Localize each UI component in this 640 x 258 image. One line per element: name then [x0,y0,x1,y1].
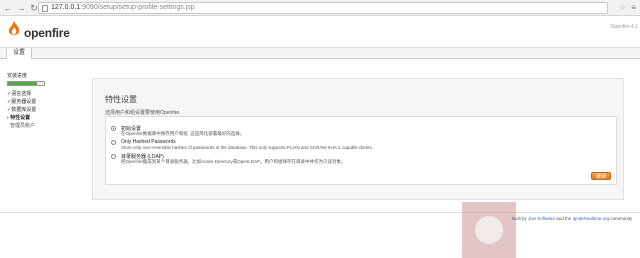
url-path: :9090/setup/setup-profile-settings.jsp [80,4,195,11]
progress-fill [8,82,37,85]
setup-progress-sidebar: 安装进度 ✓语言选择 ✓服务器设置 ✓数据库设置 › 特性设置 管理员账户 [7,72,45,130]
sidebar-item-label: 管理员账户 [10,123,36,129]
sidebar-item-label: 语言选择 [11,91,32,97]
forward-arrow-icon[interactable]: → [16,3,26,13]
bookmark-star-icon[interactable]: ☆ [619,3,626,12]
sidebar-title: 安装进度 [7,73,28,79]
profile-settings-panel: 特性设置 选择用户和组设置要使用Openfire. 初始设置 在Openfire… [92,78,624,200]
address-bar[interactable]: 127.0.0.1:9090/setup/setup-profile-setti… [38,2,608,14]
sidebar-item-database[interactable]: ✓数据库设置 [7,106,45,114]
option-description: Store only non-reversible hashes of pass… [121,145,374,150]
sidebar-item-language[interactable]: ✓语言选择 [7,90,45,98]
sidebar-item-profile: › 特性设置 [7,114,45,122]
radio-hashed[interactable] [111,140,116,145]
main-tabbar: 设置 [0,47,640,59]
setup-progress-bar [7,81,45,86]
sidebar-item-server[interactable]: ✓服务器设置 [7,98,45,106]
footer-suffix: community [609,216,633,221]
logo-text: openfire [24,26,70,40]
page-title: 特性设置 [105,95,137,104]
page-description: 选择用户和组设置要使用Openfire. [105,110,181,116]
browser-toolbar: ← → ↻ 127.0.0.1:9090/setup/setup-profile… [0,0,640,16]
radio-ldap[interactable] [111,154,116,159]
tab-setup[interactable]: 设置 [6,48,33,59]
sidebar-item-label: 特性设置 [10,115,31,121]
app-header: openfire Openfire 4.1 [0,17,640,47]
back-arrow-icon[interactable]: ← [3,3,13,13]
option-description: 把Openfire集成到某个目录服务器，比如Active Directory或O… [121,159,346,164]
sidebar-item-label: 服务器设置 [11,99,37,105]
footer-divider [0,212,640,213]
menu-icon[interactable]: ≡ [631,3,636,12]
watermark-face-icon [475,216,503,244]
radio-default[interactable] [111,126,116,131]
sidebar-item-admin: 管理员账户 [7,122,45,130]
option-description: 在Openfire数据库中保存用户和组. 这是简化部署最好的选择。 [121,131,245,136]
footer-middle: and the [555,216,573,221]
sidebar-item-label: 数据库设置 [11,107,37,113]
continue-button[interactable]: 继续 [590,172,611,180]
options-box: 初始设置 在Openfire数据库中保存用户和组. 这是简化部署最好的选择。 O… [105,116,617,185]
version-label: Openfire 4.1 [610,24,638,30]
jive-link[interactable]: Jive Software [528,216,555,221]
flame-logo-icon [8,21,20,35]
url-host: 127.0.0.1 [51,4,81,11]
page-icon [42,5,48,12]
footer-credits: Built by Jive Software and the IgniteRea… [512,216,632,221]
watermark-overlay [462,202,516,258]
igniterealtime-link[interactable]: IgniteRealtime.org [573,216,610,221]
footer-prefix: Built by [512,216,529,221]
